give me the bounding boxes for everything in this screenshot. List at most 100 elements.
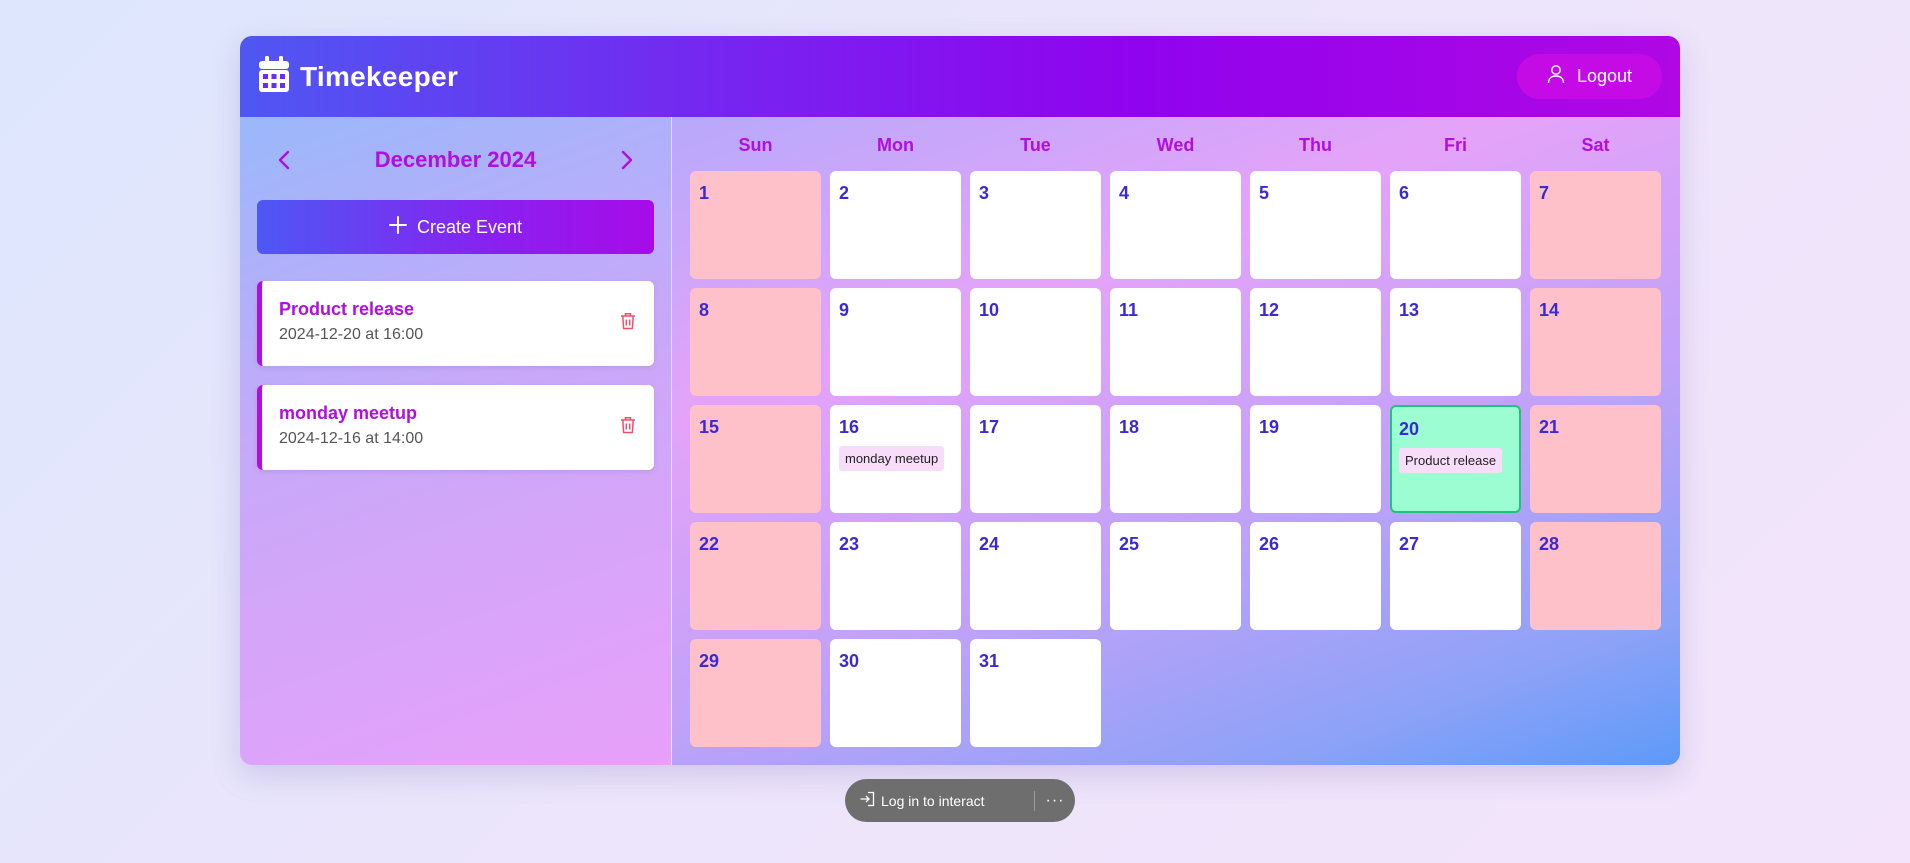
month-title: December 2024 [374,147,537,172]
day-cell[interactable]: 5 [1250,171,1381,279]
day-cell[interactable]: 2 [830,171,961,279]
weekday-label: Fri [1443,135,1467,155]
day-cell[interactable]: 22 [690,522,821,630]
day-cell[interactable]: 18 [1110,405,1241,513]
day-cell[interactable]: 4 [1110,171,1241,279]
day-number: 22 [699,534,720,554]
day-number: 27 [1399,534,1420,554]
weekday-label: Mon [877,135,914,155]
day-number: 1 [699,183,710,203]
plus-icon [388,215,407,239]
user-icon [1547,64,1565,89]
day-number: 19 [1259,417,1280,437]
calendar-grid: 1 2 3 4 5 6 7 8 9 10 11 12 13 14 15 16 monday meetup 17 18… [690,171,1663,747]
day-number: 4 [1119,183,1130,203]
day-number: 3 [979,183,990,203]
day-number: 11 [1119,300,1139,320]
event-chip[interactable]: monday meetup [839,446,945,471]
day-number: 23 [839,534,860,554]
day-number: 20 [1399,419,1420,439]
weekday-label: Sat [1581,135,1610,155]
day-cell[interactable]: 28 [1530,522,1661,630]
day-cell[interactable]: 16 monday meetup [830,405,961,513]
day-cell[interactable]: 14 [1530,288,1661,396]
day-cell[interactable]: 23 [830,522,961,630]
event-title: Product release [279,299,415,319]
day-cell[interactable]: 15 [690,405,821,513]
trash-icon [621,417,635,434]
login-toast: Log in to interact ··· [845,779,1075,822]
day-cell[interactable]: 19 [1250,405,1381,513]
delete-event-button[interactable] [620,312,636,335]
day-number: 6 [1399,183,1410,203]
day-cell[interactable]: 13 [1390,288,1521,396]
day-number: 18 [1119,417,1140,437]
event-chip[interactable]: Product release [1399,448,1503,473]
day-cell[interactable]: 26 [1250,522,1381,630]
event-card[interactable]: Product release 2024-12-20 at 16:00 [257,281,654,366]
log-in-button[interactable]: Log in to interact [845,791,1034,810]
day-number: 14 [1539,300,1560,320]
day-cell[interactable]: 17 [970,405,1101,513]
create-event-button[interactable]: Create Event [257,200,654,254]
calendar: Sun Mon Tue Wed Thu Fri Sat 1 2 3 4 5 6 7 8 9 10 11 12 13 1… [672,117,1680,765]
day-cell[interactable]: 31 [970,639,1101,747]
day-cell[interactable]: 1 [690,171,821,279]
app-header: Timekeeper Logout [240,36,1680,117]
event-card[interactable]: monday meetup 2024-12-16 at 14:00 [257,385,654,470]
day-number: 17 [979,417,1000,437]
day-cell[interactable]: 3 [970,171,1101,279]
day-number: 8 [699,300,710,320]
day-cell[interactable]: 29 [690,639,821,747]
day-number: 24 [979,534,1000,554]
day-number: 13 [1399,300,1420,320]
app-title: Timekeeper [300,60,459,92]
day-cell[interactable]: 21 [1530,405,1661,513]
day-number: 21 [1539,417,1560,437]
log-in-label: Log in to interact [881,792,985,809]
weekday-header: Sun Mon Tue Wed Thu Fri Sat [690,129,1663,162]
create-event-label: Create Event [416,216,523,237]
day-number: 29 [699,651,720,671]
trash-icon [621,313,635,330]
day-cell[interactable]: 24 [970,522,1101,630]
day-number: 9 [839,300,850,320]
logout-button[interactable]: Logout [1516,54,1662,99]
day-number: 28 [1539,534,1560,554]
day-number: 15 [699,417,720,437]
sidebar: December 2024 Create Event Product relea… [240,117,672,765]
day-number: 26 [1259,534,1280,554]
day-cell[interactable]: 7 [1530,171,1661,279]
event-title: monday meetup [279,403,418,423]
weekday-label: Sun [738,135,773,155]
next-month-button[interactable] [612,145,642,175]
app-window: Timekeeper Logout December 2024 Create E… [240,36,1680,765]
month-navigation: December 2024 [257,135,654,185]
day-cell[interactable]: 11 [1110,288,1241,396]
day-cell[interactable]: 8 [690,288,821,396]
day-cell[interactable]: 30 [830,639,961,747]
day-number: 12 [1259,300,1280,320]
chevron-left-icon [278,150,290,170]
day-number: 25 [1119,534,1140,554]
delete-event-button[interactable] [620,416,636,439]
day-cell[interactable]: 12 [1250,288,1381,396]
day-cell[interactable]: 6 [1390,171,1521,279]
day-cell[interactable]: 10 [970,288,1101,396]
app-body: December 2024 Create Event Product relea… [240,117,1680,765]
day-number: 2 [839,183,850,203]
chevron-right-icon [621,150,633,170]
day-cell[interactable]: 9 [830,288,961,396]
day-cell[interactable]: 25 [1110,522,1241,630]
event-datetime: 2024-12-20 at 16:00 [279,326,424,343]
more-options-button[interactable]: ··· [1035,792,1075,810]
brand: Timekeeper [258,56,458,97]
logout-label: Logout [1576,66,1632,86]
day-cell[interactable]: 27 [1390,522,1521,630]
weekday-label: Thu [1299,135,1332,155]
day-number: 31 [979,651,1000,671]
day-number: 7 [1539,183,1550,203]
previous-month-button[interactable] [269,145,299,175]
login-icon [859,791,875,810]
day-cell-today[interactable]: 20 Product release [1390,405,1521,513]
